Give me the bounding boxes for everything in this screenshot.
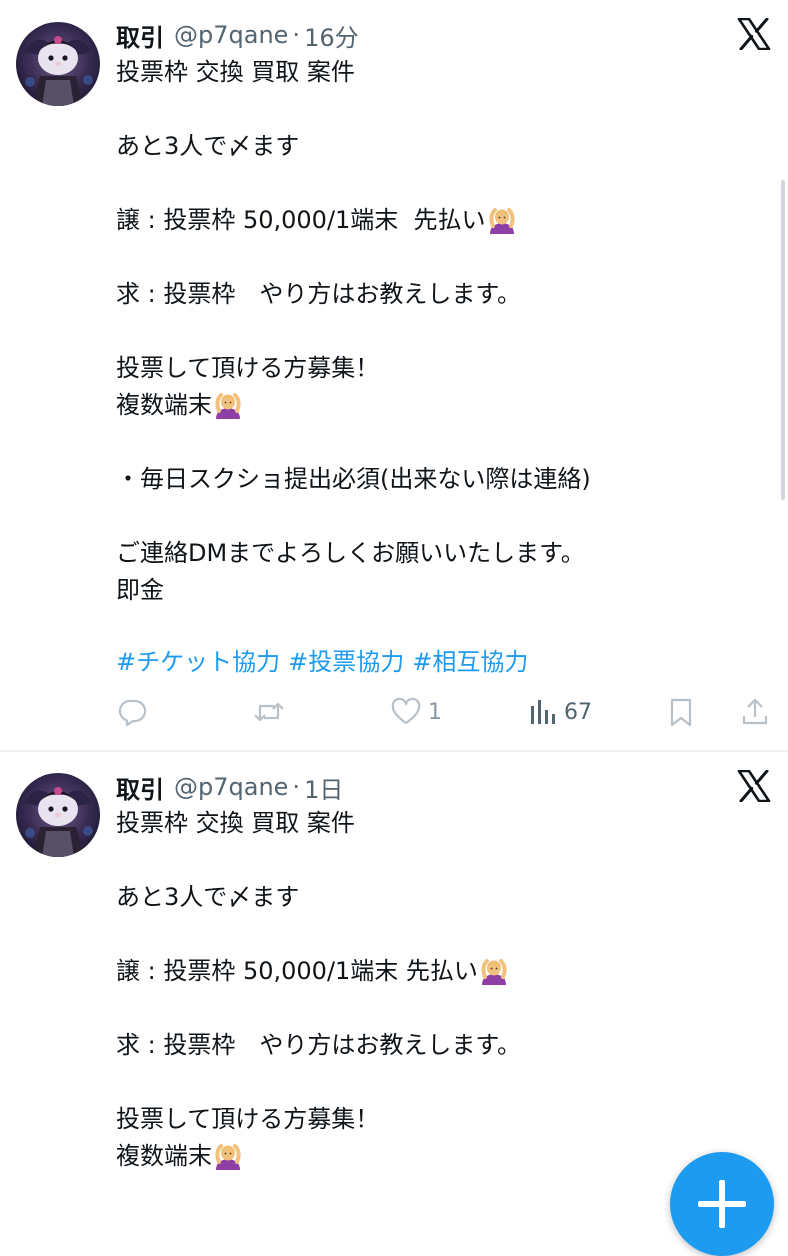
share-button[interactable]	[740, 692, 770, 732]
bookmark-button[interactable]	[666, 692, 696, 732]
body-line: あと3人で〆ます	[116, 883, 300, 911]
body-line: 複数端末	[116, 391, 212, 419]
body-line: ご連絡DMまでよろしくお願いいたします。	[116, 539, 585, 567]
body-line: 求 : 投票枠 やり方はお教えします。	[116, 1031, 521, 1059]
timestamp[interactable]: 16分	[304, 18, 359, 53]
tweet[interactable]: 取引 @p7qane · 1日 投票枠 交換 買取 案件 あと3人で〆ます 譲 …	[0, 752, 788, 1200]
separator-dot: ·	[292, 21, 301, 49]
body-line: 複数端末	[116, 1142, 212, 1170]
handle[interactable]: @p7qane	[174, 21, 288, 49]
plus-icon	[698, 1180, 746, 1228]
body-line: 即金	[116, 576, 164, 604]
timestamp[interactable]: 1日	[304, 770, 343, 805]
body-line: 投票して頂ける方募集！	[116, 354, 380, 382]
body-line: 投票枠 交換 買取 案件	[116, 58, 355, 86]
tweet-body: 投票枠 交換 買取 案件 あと3人で〆ます 譲 : 投票枠 50,000/1端末…	[116, 54, 756, 609]
hashtag-link[interactable]: #投票協力	[288, 648, 404, 676]
like-button[interactable]: 1	[390, 692, 442, 732]
reply-button[interactable]	[116, 692, 148, 732]
bookmark-icon	[670, 698, 692, 727]
body-line: 譲 : 投票枠 50,000/1端末 先払い	[116, 957, 478, 985]
body-line: 投票して頂ける方募集！	[116, 1105, 380, 1133]
tweet[interactable]: 取引 @p7qane · 16分 投票枠 交換 買取 案件 あと3人で〆ます 譲…	[0, 0, 788, 752]
hashtag-row: #チケット協力 #投票協力 #相互協力	[116, 644, 536, 681]
separator-dot: ·	[292, 773, 301, 801]
views-button[interactable]: 67	[528, 692, 592, 732]
scrollbar[interactable]	[781, 180, 785, 500]
display-name[interactable]: 取引	[116, 18, 164, 53]
hashtag-link[interactable]: #相互協力	[412, 648, 528, 676]
like-count: 1	[428, 699, 442, 725]
person-gesturing-ok-emoji	[487, 204, 517, 234]
action-bar: 1 67	[0, 692, 788, 732]
body-line: あと3人で〆ます	[116, 132, 300, 160]
reply-icon	[118, 699, 147, 727]
tweet-header: 取引 @p7qane · 1日	[116, 770, 343, 804]
body-line: ・毎日スクショ提出必須(出来ない際は連絡)	[116, 465, 591, 493]
views-bar-icon	[531, 700, 555, 724]
share-icon	[742, 698, 768, 725]
x-logo-icon	[737, 769, 771, 803]
person-gesturing-ok-emoji	[479, 955, 509, 985]
retweet-button[interactable]	[252, 692, 286, 732]
compose-button[interactable]	[670, 1152, 774, 1256]
body-line: 譲 : 投票枠 50,000/1端末 先払い	[116, 206, 486, 234]
handle[interactable]: @p7qane	[174, 773, 288, 801]
person-gesturing-ok-emoji	[213, 389, 243, 419]
avatar[interactable]	[16, 22, 100, 106]
display-name[interactable]: 取引	[116, 770, 164, 805]
tweet-body: 投票枠 交換 買取 案件 あと3人で〆ます 譲 : 投票枠 50,000/1端末…	[116, 805, 756, 1175]
person-gesturing-ok-emoji	[213, 1140, 243, 1170]
hashtag-link[interactable]: #チケット協力	[116, 648, 280, 676]
tweet-header: 取引 @p7qane · 16分	[116, 18, 359, 52]
body-line: 投票枠 交換 買取 案件	[116, 809, 355, 837]
heart-icon	[391, 697, 421, 725]
body-line: 求 : 投票枠 やり方はお教えします。	[116, 280, 521, 308]
x-logo-icon	[737, 17, 771, 51]
avatar[interactable]	[16, 773, 100, 857]
retweet-icon	[254, 702, 284, 722]
views-count: 67	[564, 699, 592, 725]
